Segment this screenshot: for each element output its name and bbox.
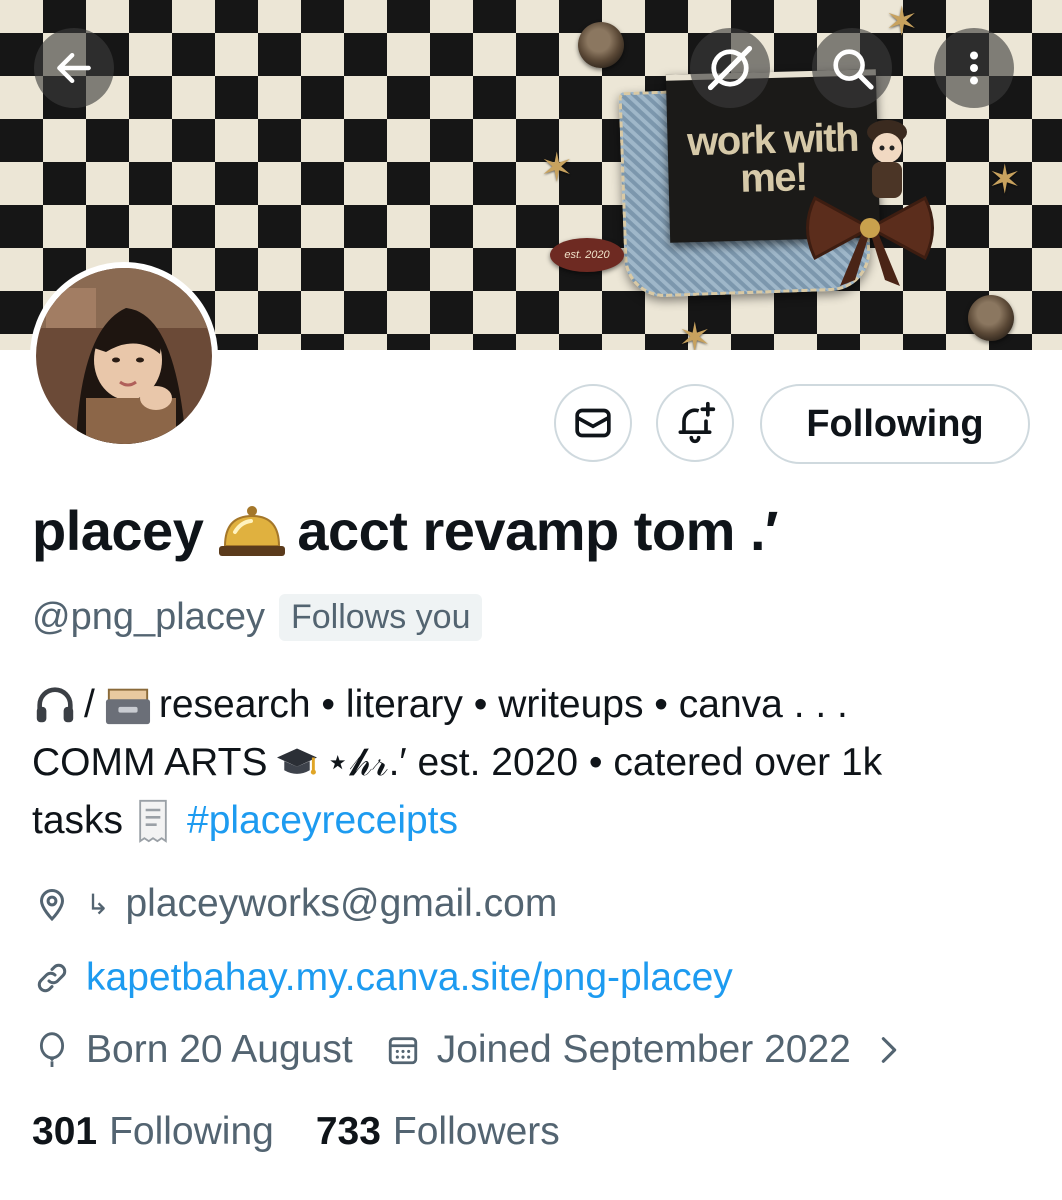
avatar[interactable]	[30, 262, 218, 450]
location-arrow: ↳	[86, 888, 110, 920]
search-icon	[833, 49, 874, 90]
envelope-icon	[575, 408, 611, 438]
bio-line: tasks #placeyreceipts	[32, 792, 1032, 850]
username-handle: @png_placey	[32, 596, 265, 638]
notifications-button[interactable]	[656, 384, 734, 462]
banner-stud-decoration	[578, 22, 624, 68]
link-icon	[32, 960, 72, 996]
receipt-icon	[133, 799, 173, 843]
follows-you-badge: Follows you	[278, 594, 483, 641]
followers-count: 733	[315, 1110, 381, 1153]
banner-est-badge: est. 2020	[550, 238, 624, 272]
following-count-link[interactable]: 301 Following	[32, 1110, 274, 1154]
banner-stud-decoration	[968, 295, 1014, 341]
joined-text: Joined September 2022	[436, 1028, 851, 1071]
graduation-cap-icon	[275, 743, 319, 783]
bio-separator: /	[84, 683, 95, 726]
birthday-text: Born 20 August	[86, 1028, 353, 1071]
card-file-box-icon	[103, 682, 153, 728]
calendar-icon	[383, 1033, 423, 1067]
message-button[interactable]	[554, 384, 632, 462]
bio-line1-text: research • literary • writeups • canva .…	[158, 683, 848, 726]
back-button[interactable]	[34, 28, 114, 108]
website-row: kapetbahay.my.canva.site/png-placey	[32, 956, 733, 1000]
dates-row: Born 20 August Joined September 2022	[32, 1028, 903, 1072]
bio-line: / research • literary • writeups • canva…	[32, 676, 1032, 734]
profile-bio: / research • literary • writeups • canva…	[32, 676, 1032, 850]
display-name: placey acct revamp tom .′	[32, 498, 778, 563]
grok-button[interactable]	[690, 28, 770, 108]
follow-counts: 301 Following 733 Followers	[32, 1110, 560, 1154]
avatar-photo	[36, 268, 212, 444]
location-pin-icon	[32, 886, 72, 922]
handle-row: @png_placey Follows you	[32, 594, 483, 641]
chevron-right-icon[interactable]	[875, 1033, 903, 1067]
bellhop-bell-icon	[217, 502, 287, 560]
more-vertical-icon	[970, 51, 978, 85]
bell-plus-icon	[678, 401, 716, 444]
website-link[interactable]: kapetbahay.my.canva.site/png-placey	[86, 956, 733, 1000]
location-text: placeyworks@gmail.com	[125, 882, 558, 925]
followers-count-link[interactable]: 733 Followers	[316, 1110, 560, 1154]
more-options-button[interactable]	[934, 28, 1014, 108]
banner-star-decoration: ✶	[885, 0, 919, 44]
balloon-icon	[32, 1031, 72, 1069]
followers-label: Followers	[392, 1110, 560, 1153]
search-button[interactable]	[812, 28, 892, 108]
banner-star-decoration: ✶	[988, 158, 1022, 202]
banner-star-decoration: ✶	[678, 316, 712, 350]
display-name-suffix: acct revamp tom .′	[297, 499, 778, 562]
grok-icon	[707, 45, 753, 91]
banner-star-decoration: ✶	[540, 146, 574, 190]
arrow-left-icon	[57, 52, 91, 84]
bio-line3-a: tasks	[32, 799, 124, 842]
bio-line: COMM ARTS ⋆𝒽𝓇.′ est. 2020 • catered over…	[32, 734, 1032, 792]
following-label: Following	[109, 1110, 274, 1153]
headphones-icon	[32, 682, 78, 728]
bio-line2-b: ⋆𝒽𝓇.′ est. 2020 • catered over 1k	[325, 741, 883, 784]
bio-line2-a: COMM ARTS	[32, 741, 268, 784]
banner-bow-sticker	[806, 195, 934, 286]
display-name-prefix: placey	[32, 499, 204, 562]
following-count: 301	[32, 1110, 98, 1153]
location-row: ↳ placeyworks@gmail.com	[32, 882, 557, 926]
following-button[interactable]: Following	[760, 384, 1030, 464]
hashtag-link[interactable]: #placeyreceipts	[187, 792, 458, 850]
